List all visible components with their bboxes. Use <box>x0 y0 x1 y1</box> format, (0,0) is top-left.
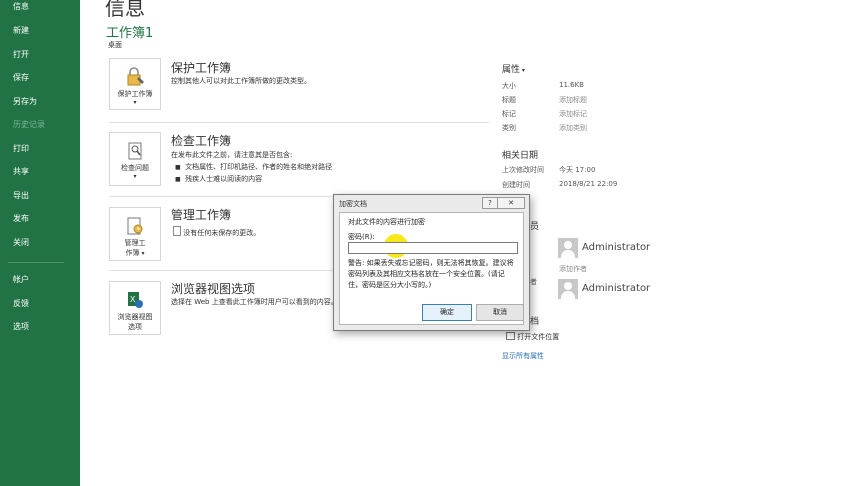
section-divider <box>109 122 489 123</box>
nav-options[interactable]: 选项 <box>13 321 29 332</box>
chevron-down-icon: ▾ <box>133 99 137 106</box>
help-button[interactable]: ? <box>482 197 498 209</box>
chevron-down-icon: ▾ <box>139 250 145 257</box>
lock-icon <box>127 67 144 86</box>
prop-label-category: 类别 <box>502 124 516 132</box>
inspect-bullet-2-text: 残疾人士难以阅读的内容 <box>185 175 263 183</box>
backstage-sidebar: 信息 新建 打开 保存 另存为 历史记录 打印 共享 导出 发布 关闭 帐户 反… <box>0 0 80 486</box>
date-label-modified: 上次修改时间 <box>502 166 544 174</box>
browser-title: 浏览器视图选项 <box>171 282 256 296</box>
inspect-bullet-1-text: 文档属性、打印机路径、作者的姓名和绝对路径 <box>185 163 333 171</box>
related-dates-header: 相关日期 <box>502 151 539 161</box>
dialog-warning: 警告: 如果丢失或忘记密码，则无法将其恢复。建议将密码列表及其相应文档名放在一个… <box>348 259 514 289</box>
nav-info[interactable]: 信息 <box>13 1 29 12</box>
nav-open[interactable]: 打开 <box>13 49 29 60</box>
manage-desc: 没有任何未保存的更改。 <box>183 229 261 237</box>
nav-divider <box>8 262 64 263</box>
browser-button-line1: 浏览器视图 <box>117 313 153 321</box>
protect-workbook-button[interactable]: 保护工作簿 ▾ <box>109 58 161 110</box>
inspect-bullet-2: ■ 残疾人士难以阅读的内容 <box>175 174 262 184</box>
last-modified-by-tail: 者 <box>530 278 537 286</box>
cancel-button[interactable]: 取消 <box>476 304 524 321</box>
related-docs-header-tail: 档 <box>530 317 540 327</box>
manage-desc-row: 没有任何未保存的更改。 <box>173 226 260 238</box>
author-name[interactable]: Administrator <box>582 242 650 253</box>
properties-header[interactable]: 属性 ▾ <box>502 62 525 75</box>
manage-button-line1: 管理工 <box>124 239 146 247</box>
nav-save-as[interactable]: 另存为 <box>13 96 37 107</box>
ok-button[interactable]: 确定 <box>422 304 472 321</box>
manage-workbook-button[interactable]: 管理工 作簿 ▾ <box>109 207 161 261</box>
svg-text:X: X <box>130 295 136 304</box>
workbook-location: 桌面 <box>108 41 122 49</box>
inspect-desc: 在发布此文件之前，请注意其是否包含: <box>171 151 293 159</box>
nav-publish[interactable]: 发布 <box>13 213 29 224</box>
excel-browser-icon: X <box>128 292 143 308</box>
show-all-properties-link[interactable]: 显示所有属性 <box>502 351 544 361</box>
browser-view-options-button[interactable]: X 浏览器视图 选项 <box>109 281 161 335</box>
open-file-location[interactable]: 打开文件位置 <box>506 332 559 342</box>
protect-desc: 控制其他人可以对此工作簿所做的更改类型。 <box>171 77 311 85</box>
dialog-title: 加密文档 <box>339 200 367 208</box>
password-input[interactable] <box>348 242 518 254</box>
close-button[interactable]: ✕ <box>497 197 525 209</box>
author-avatar <box>558 238 578 258</box>
add-category-field[interactable]: 添加类别 <box>559 123 587 133</box>
protect-button-label: 保护工作簿 <box>117 90 153 98</box>
nav-new[interactable]: 新建 <box>13 25 29 36</box>
bullet-icon: ■ <box>175 176 181 183</box>
password-label: 密码(R): <box>348 233 375 241</box>
nav-save[interactable]: 保存 <box>13 72 29 83</box>
browser-button-line2: 选项 <box>128 323 142 331</box>
prop-label-tags: 标记 <box>502 110 516 118</box>
related-people-header-tail: 员 <box>530 222 540 232</box>
dialog-titlebar[interactable]: 加密文档 ? ✕ <box>334 195 529 211</box>
check-issues-label: 检查问题 <box>121 164 149 172</box>
nav-account[interactable]: 帐户 <box>13 274 29 285</box>
last-modified-name[interactable]: Administrator <box>582 283 650 294</box>
nav-close[interactable]: 关闭 <box>13 237 29 248</box>
manage-button-line2-text: 作簿 <box>125 249 140 257</box>
dialog-description: 对此文件的内容进行加密 <box>348 218 425 226</box>
chevron-down-icon: ▾ <box>133 173 137 180</box>
browser-desc: 选择在 Web 上查看此工作簿时用户可以看到的内容。 <box>171 298 338 306</box>
properties-header-label: 属性 <box>502 65 521 75</box>
nav-print[interactable]: 打印 <box>13 143 29 154</box>
nav-export[interactable]: 导出 <box>13 190 29 201</box>
page-title: 信息 <box>105 0 145 20</box>
inspect-document-icon <box>128 142 142 160</box>
protect-title: 保护工作簿 <box>171 61 232 75</box>
folder-icon <box>506 332 515 340</box>
workbook-name: 工作簿1 <box>106 26 154 41</box>
date-value-modified: 今天 17:00 <box>559 166 596 174</box>
modifier-avatar <box>558 279 578 299</box>
open-file-location-label: 打开文件位置 <box>517 333 560 341</box>
inspect-title: 检查工作簿 <box>171 134 232 148</box>
date-value-created: 2018/8/21 22:09 <box>559 180 618 188</box>
add-title-field[interactable]: 添加标题 <box>559 95 587 105</box>
nav-feedback[interactable]: 反馈 <box>13 298 29 309</box>
add-tags-field[interactable]: 添加标记 <box>559 109 587 119</box>
manage-workbook-icon <box>127 217 143 235</box>
bullet-icon: ■ <box>175 164 181 171</box>
nav-share[interactable]: 共享 <box>13 166 29 177</box>
manage-title: 管理工作簿 <box>171 208 232 222</box>
add-author-link[interactable]: 添加作者 <box>559 264 587 274</box>
encrypt-document-dialog: 加密文档 ? ✕ 对此文件的内容进行加密 密码(R): 警告: 如果丢失或忘记密… <box>333 194 530 331</box>
manage-button-line2: 作簿 ▾ <box>110 248 160 258</box>
prop-label-size: 大小 <box>502 82 516 90</box>
prop-value-size: 11.6KB <box>559 81 584 89</box>
date-label-created: 创建时间 <box>502 181 530 189</box>
check-issues-button[interactable]: 检查问题 ▾ <box>109 132 161 186</box>
prop-label-title: 标题 <box>502 96 516 104</box>
chevron-down-icon: ▾ <box>520 67 525 74</box>
document-icon <box>173 226 181 236</box>
inspect-bullet-1: ■ 文档属性、打印机路径、作者的姓名和绝对路径 <box>175 162 332 172</box>
nav-history: 历史记录 <box>13 120 45 129</box>
